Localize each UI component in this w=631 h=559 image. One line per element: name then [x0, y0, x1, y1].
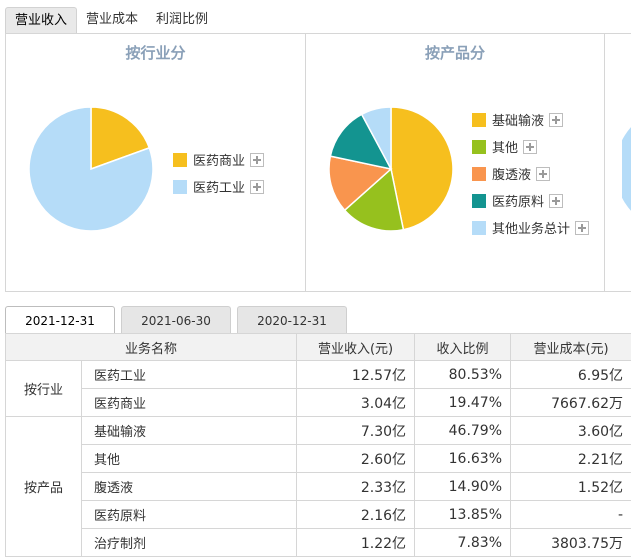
row-name: 治疗制剂: [80, 528, 298, 557]
table-row: 腹透液 2.33亿 14.90% 1.52亿: [6, 472, 631, 501]
legend-swatch: [472, 112, 486, 127]
industry-pie-chart: [28, 106, 154, 232]
tab-profit-ratio[interactable]: 利润比例: [147, 7, 217, 33]
legend-swatch: [173, 152, 187, 167]
date-tabs: 2021-12-31 2021-06-30 2020-12-31: [5, 306, 353, 334]
third-pie-partial: [622, 127, 631, 211]
top-tabs: 营业收入 营业成本 利润比例: [5, 7, 217, 33]
row-name: 医药工业: [80, 360, 298, 389]
row-cost: 2.21亿: [510, 444, 631, 473]
table-header-row: 业务名称 营业收入(元) 收入比例 营业成本(元): [4, 333, 631, 361]
row-revenue: 2.33亿: [296, 472, 416, 501]
legend-swatch: [472, 139, 486, 154]
header-business-name: 业务名称: [4, 333, 298, 361]
table-row: 医药原料 2.16亿 13.85% -: [6, 500, 631, 529]
row-cost: 7667.62万: [510, 388, 631, 417]
date-tab-2021-12-31[interactable]: 2021-12-31: [5, 306, 115, 334]
legend-swatch: [173, 179, 187, 194]
legend-item-pharma-industry: 医药工业: [173, 173, 265, 200]
expand-plus-icon[interactable]: [250, 179, 265, 194]
legend-label: 基础输液: [492, 114, 545, 129]
legend-label: 其他: [492, 141, 519, 156]
legend-item-api: 医药原料: [472, 187, 589, 214]
legend-label: 医药工业: [193, 181, 246, 196]
header-revenue-ratio: 收入比例: [414, 333, 512, 361]
date-tab-2020-12-31[interactable]: 2020-12-31: [237, 306, 347, 334]
row-revenue: 2.60亿: [296, 444, 416, 473]
row-ratio: 16.63%: [414, 444, 512, 473]
legend-item-other: 其他: [472, 133, 589, 160]
row-revenue: 7.30亿: [296, 416, 416, 445]
legend-swatch: [472, 193, 486, 208]
row-revenue: 3.04亿: [296, 388, 416, 417]
tab-cost[interactable]: 营业成本: [77, 7, 147, 33]
legend-item-dialysate: 腹透液: [472, 160, 589, 187]
row-ratio: 7.83%: [414, 528, 512, 557]
table-row: 医药商业 3.04亿 19.47% 7667.62万: [6, 388, 631, 417]
table-row: 其他 2.60亿 16.63% 2.21亿: [6, 444, 631, 473]
legend-label: 医药商业: [193, 154, 246, 169]
expand-plus-icon[interactable]: [575, 220, 590, 235]
table-row: 治疗制剂 1.22亿 7.83% 3803.75万: [6, 528, 631, 557]
expand-plus-icon[interactable]: [549, 112, 564, 127]
row-ratio: 80.53%: [414, 360, 512, 389]
header-revenue: 营业收入(元): [296, 333, 416, 361]
legend-swatch: [472, 220, 486, 235]
row-cost: 1.52亿: [510, 472, 631, 501]
table-row: 按行业 医药工业 12.57亿 80.53% 6.95亿: [5, 360, 631, 417]
table-row: 按产品 基础输液 7.30亿 46.79% 3.60亿: [5, 416, 631, 557]
legend-label: 腹透液: [492, 168, 532, 183]
industry-panel-title: 按行业分: [125, 44, 186, 62]
row-name: 基础输液: [80, 416, 298, 445]
legend-label: 其他业务总计: [492, 222, 571, 237]
row-cost: -: [510, 500, 631, 529]
product-pie-chart: [328, 106, 454, 232]
pie-panels: 按行业分 医药商业 医药工业 按产品分 基础输液 其他 腹透液 医药原料 其他业…: [5, 34, 631, 292]
legend-label: 医药原料: [492, 195, 545, 210]
tab-revenue[interactable]: 营业收入: [5, 7, 78, 33]
expand-plus-icon[interactable]: [549, 193, 564, 208]
row-ratio: 14.90%: [414, 472, 512, 501]
row-cost: 3.60亿: [510, 416, 631, 445]
header-cost: 营业成本(元): [510, 333, 631, 361]
legend-item-other-business: 其他业务总计: [472, 214, 590, 241]
legend-swatch: [472, 166, 486, 181]
expand-plus-icon[interactable]: [536, 166, 551, 181]
revenue-table: 业务名称 营业收入(元) 收入比例 营业成本(元) 按行业 医药工业 12.57…: [4, 333, 631, 557]
industry-panel: 按行业分 医药商业 医药工业: [6, 34, 306, 291]
row-ratio: 46.79%: [414, 416, 512, 445]
row-name: 腹透液: [80, 472, 298, 501]
row-ratio: 13.85%: [414, 500, 512, 529]
row-cost: 3803.75万: [510, 528, 631, 557]
legend-item-basic-infusion: 基础输液: [472, 106, 589, 133]
group-label-product: 按产品: [5, 416, 82, 557]
row-cost: 6.95亿: [510, 360, 631, 389]
row-revenue: 2.16亿: [296, 500, 416, 529]
row-ratio: 19.47%: [414, 388, 512, 417]
industry-legend: 医药商业 医药工业: [173, 146, 265, 200]
product-panel: 按产品分 基础输液 其他 腹透液 医药原料 其他业务总计: [306, 34, 605, 291]
product-legend: 基础输液 其他 腹透液 医药原料 其他业务总计: [472, 106, 590, 241]
expand-plus-icon[interactable]: [523, 139, 538, 154]
date-tab-2021-06-30[interactable]: 2021-06-30: [121, 306, 231, 334]
legend-item-pharma-commerce: 医药商业: [173, 146, 265, 173]
product-panel-title: 按产品分: [424, 44, 485, 62]
row-name: 其他: [80, 444, 298, 473]
group-label-industry: 按行业: [5, 360, 82, 417]
row-revenue: 1.22亿: [296, 528, 416, 557]
row-name: 医药原料: [80, 500, 298, 529]
row-revenue: 12.57亿: [296, 360, 416, 389]
expand-plus-icon[interactable]: [250, 152, 265, 167]
row-name: 医药商业: [80, 388, 298, 417]
